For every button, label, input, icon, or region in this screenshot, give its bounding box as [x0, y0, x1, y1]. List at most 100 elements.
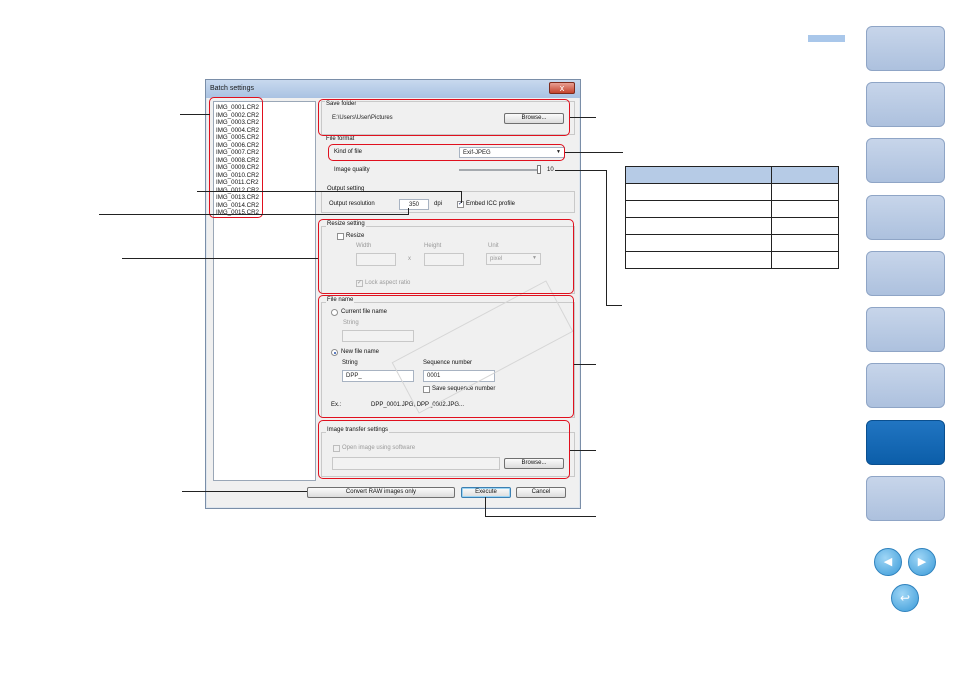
image-quality-label: Image quality	[334, 167, 370, 173]
leader-line	[485, 497, 486, 516]
open-image-label: Open image using software	[342, 445, 416, 451]
unit-select[interactable]: pixel ▼	[486, 253, 541, 265]
current-string-input[interactable]	[342, 330, 414, 342]
leader-line	[197, 191, 461, 192]
save-sequence-checkbox[interactable]	[423, 386, 430, 393]
file-list-item[interactable]: IMG_0008.CR2	[216, 157, 259, 164]
leader-line	[570, 450, 596, 451]
dialog-titlebar[interactable]: Batch settings x	[206, 80, 580, 98]
nav-tab-5[interactable]	[866, 251, 945, 296]
return-button[interactable]: ↩	[891, 584, 919, 612]
save-sequence-label: Save sequence number	[432, 386, 496, 392]
lock-aspect-checkbox[interactable]: ✓	[356, 280, 363, 287]
table-row	[625, 251, 839, 269]
file-list[interactable]: IMG_0001.CR2 IMG_0002.CR2 IMG_0003.CR2 IMG_…	[213, 101, 316, 481]
sequence-number-label: Sequence number	[423, 360, 473, 366]
file-list-item[interactable]: IMG_0002.CR2	[216, 112, 259, 119]
transfer-browse-button[interactable]: Browse...	[504, 458, 564, 469]
string-label-disabled: String	[343, 320, 359, 326]
table-row	[625, 234, 839, 252]
kind-of-file-label: Kind of file	[334, 149, 363, 155]
unit-label: Unit	[488, 243, 499, 249]
dpi-label: dpi	[434, 201, 443, 207]
nav-tab-9[interactable]	[866, 476, 945, 521]
open-image-checkbox[interactable]	[333, 445, 340, 452]
file-list-item[interactable]: IMG_0005.CR2	[216, 134, 259, 141]
save-folder-path: E:\Users\User\Pictures	[332, 115, 393, 121]
output-resolution-label: Output resolution	[329, 201, 375, 207]
nav-tab-6[interactable]	[866, 307, 945, 352]
leader-line	[122, 258, 318, 259]
file-list-item[interactable]: IMG_0009.CR2	[216, 164, 259, 171]
file-list-item[interactable]: IMG_0014.CR2	[216, 202, 259, 209]
height-label: Height	[424, 243, 442, 249]
resize-setting-label: Resize setting	[326, 221, 366, 227]
leader-line	[565, 152, 623, 153]
leader-line	[606, 305, 622, 306]
image-transfer-group	[321, 432, 575, 477]
prev-page-button[interactable]: ◀	[874, 548, 902, 576]
leader-line	[555, 170, 606, 171]
image-quality-slider-thumb[interactable]	[537, 165, 541, 174]
file-list-item[interactable]: IMG_0007.CR2	[216, 149, 259, 156]
leader-line	[408, 208, 409, 215]
width-input[interactable]	[356, 253, 396, 266]
width-label: Width	[356, 243, 372, 249]
nav-tab-7[interactable]	[866, 363, 945, 408]
height-input[interactable]	[424, 253, 464, 266]
leader-line	[570, 117, 596, 118]
nav-tab-2[interactable]	[866, 82, 945, 127]
table-row	[625, 217, 839, 235]
dialog-title: Batch settings	[210, 85, 254, 92]
output-resolution-input[interactable]: 350	[399, 199, 429, 210]
file-list-item[interactable]: IMG_0011.CR2	[216, 179, 259, 186]
string-label: String	[342, 360, 358, 366]
times-label: x	[408, 256, 411, 262]
kind-of-file-select[interactable]: Exif-JPEG ▼	[459, 147, 565, 158]
nav-tab-8-active[interactable]	[866, 420, 945, 465]
software-path-input[interactable]	[332, 457, 500, 470]
leader-line	[485, 516, 596, 517]
lock-aspect-label: Lock aspect ratio	[365, 280, 411, 286]
resize-checkbox[interactable]	[337, 233, 344, 240]
next-page-button[interactable]: ▶	[908, 548, 936, 576]
nav-tab-3[interactable]	[866, 138, 945, 183]
file-list-item[interactable]: IMG_0003.CR2	[216, 119, 259, 126]
unit-select-value: pixel	[490, 256, 503, 262]
table-row	[625, 200, 839, 218]
save-folder-label: Save folder	[325, 101, 358, 107]
file-list-item[interactable]: IMG_0006.CR2	[216, 142, 259, 149]
leader-line	[182, 491, 307, 492]
string-input[interactable]: DPP_	[342, 370, 414, 382]
save-folder-browse-button[interactable]: Browse...	[504, 113, 564, 124]
leader-line	[461, 191, 462, 203]
sequence-number-input[interactable]: 0001	[423, 370, 495, 382]
file-name-label: File name	[326, 297, 355, 303]
cancel-button[interactable]: Cancel	[516, 487, 566, 498]
nav-tab-4[interactable]	[866, 195, 945, 240]
current-file-name-radio[interactable]	[331, 309, 338, 316]
file-list-item[interactable]: IMG_0001.CR2	[216, 104, 259, 111]
example-value: DPP_0001.JPG, DPP_0002.JPG...	[371, 402, 465, 408]
kind-of-file-value: Exif-JPEG	[463, 150, 491, 156]
file-list-item[interactable]: IMG_0012.CR2	[216, 187, 259, 194]
file-list-item[interactable]: IMG_0004.CR2	[216, 127, 259, 134]
close-button[interactable]: x	[549, 82, 575, 94]
resize-label: Resize	[346, 233, 365, 239]
file-list-item[interactable]: IMG_0013.CR2	[216, 194, 259, 201]
table-row	[625, 166, 839, 184]
image-transfer-label: Image transfer settings	[326, 427, 390, 433]
example-label: Ex.:	[331, 402, 342, 408]
nav-tab-1[interactable]	[866, 26, 945, 71]
dialog-client: IMG_0001.CR2 IMG_0002.CR2 IMG_0003.CR2 IMG_…	[207, 98, 579, 507]
batch-settings-dialog: Batch settings x IMG_0001.CR2 IMG_0002.CR…	[205, 79, 581, 509]
execute-button[interactable]: Execute	[461, 487, 511, 498]
file-format-label: File format	[326, 136, 355, 142]
new-file-name-radio[interactable]	[331, 349, 338, 356]
table-row	[625, 183, 839, 201]
convert-raw-button[interactable]: Convert RAW images only	[307, 487, 455, 498]
embed-icc-label: Embed ICC profile	[466, 201, 516, 207]
file-list-item[interactable]: IMG_0010.CR2	[216, 172, 259, 179]
image-quality-slider[interactable]	[459, 169, 541, 171]
leader-line	[180, 114, 210, 115]
